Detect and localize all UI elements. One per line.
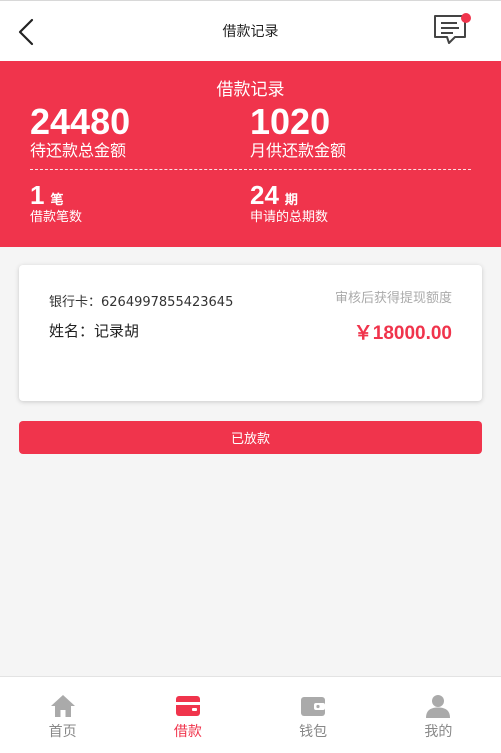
top-bar: 借款记录 [0,0,501,61]
bank-card-label: 银行卡： [49,295,102,310]
nav-item-wallet[interactable]: 钱包 [251,677,376,753]
total-due-value: 24480 [30,101,131,142]
nav-label-mine: 我的 [424,724,453,740]
nav-label-wallet: 钱包 [299,724,328,740]
summary-title: 借款记录 [216,80,285,100]
bottom-nav: 首页 借款 钱包 我的 [0,676,501,753]
home-icon [50,695,75,717]
loan-count-stat: 1笔 借款笔数 [30,181,82,227]
name-value: 记录胡 [94,322,140,340]
bank-card-number: 6264997855423645 [101,295,234,310]
message-button[interactable] [433,13,473,49]
loan-status-button[interactable]: 已放款 [19,421,482,454]
page-title: 借款记录 [222,24,279,40]
total-due-stat: 24480 待还款总金额 [30,103,130,161]
monthly-payment-label: 月供还款金额 [250,141,347,160]
loan-amount: ￥18000.00 [353,323,452,344]
loan-count-unit: 笔 [50,193,64,208]
wallet-card-icon [175,696,200,716]
total-periods-unit: 期 [284,193,298,208]
nav-label-home: 首页 [48,724,77,740]
total-periods-stat: 24 期 申请的总期数 [250,181,328,227]
user-icon [426,695,451,718]
total-periods-value: 24 [250,180,279,210]
nav-item-home[interactable]: 首页 [0,677,125,753]
nav-label-loan: 借款 [173,724,202,740]
unread-badge [461,13,471,23]
loan-count-label: 借款笔数 [30,210,83,225]
loan-summary-banner: 借款记录 24480 待还款总金额 1020 月供还款金额 1笔 借款笔数 24… [0,61,501,247]
purse-icon [301,697,326,716]
divider [30,169,471,170]
bank-card-row: 银行卡：6264997855423645 [49,291,233,310]
monthly-payment-stat: 1020 月供还款金额 [250,103,346,161]
withdraw-hint: 审核后获得提现额度 [334,291,452,306]
total-due-label: 待还款总金额 [30,141,127,160]
nav-item-loan[interactable]: 借款 [125,677,250,753]
loan-records-page: 借款记录 借款记录 24480 待还款总金额 1020 月供还款金额 1笔 借款… [0,0,501,753]
nav-item-mine[interactable]: 我的 [376,677,501,753]
loan-record-card[interactable]: 银行卡：6264997855423645 审核后获得提现额度 姓名：记录胡 ￥1… [19,265,482,401]
loan-count-value: 1 [30,180,45,210]
total-periods-label: 申请的总期数 [250,210,329,225]
monthly-payment-value: 1020 [250,101,331,142]
name-row: 姓名：记录胡 [49,320,139,341]
name-label: 姓名： [49,322,95,340]
